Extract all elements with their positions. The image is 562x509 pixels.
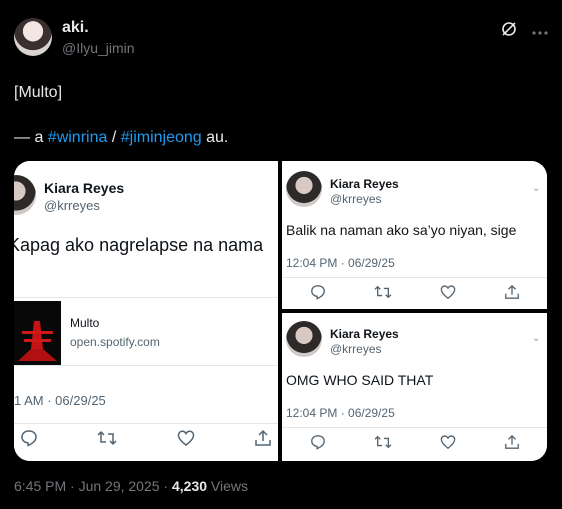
- chevron-down-icon: ⌄: [532, 333, 541, 344]
- tweet-actions: [310, 434, 520, 455]
- avatar: [286, 171, 322, 207]
- album-art: [14, 301, 61, 365]
- avatar: [286, 321, 322, 357]
- divider: [14, 423, 278, 424]
- tweet-text-prefix: — a: [14, 129, 48, 146]
- hashtag-separator: /: [107, 129, 121, 146]
- tweet-text-suffix: au.: [201, 129, 229, 146]
- tweet-author-name: Kiara Reyes: [330, 177, 399, 191]
- display-name[interactable]: aki.: [62, 19, 89, 37]
- retweet-icon: [374, 434, 392, 455]
- tweet-author-handle: @krreyes: [330, 342, 382, 356]
- tweet-author-name: Kiara Reyes: [44, 180, 125, 196]
- hashtag-jiminjeong[interactable]: #jiminjeong: [121, 129, 202, 146]
- media-image-left[interactable]: Kiara Reyes @krreyes Kapag ako nagrelaps…: [14, 161, 278, 461]
- tweet-body: OMG WHO SAID THAT: [286, 372, 434, 388]
- share-icon: [504, 434, 520, 455]
- tweet-line-1: [Multo]: [14, 84, 63, 101]
- divider: [282, 277, 547, 278]
- divider: [14, 297, 278, 298]
- views-label: Views: [207, 478, 249, 494]
- tweet-body: Kapag ako nagrelapse na nama: [14, 235, 264, 255]
- share-icon: [254, 429, 272, 452]
- tweet-meta: 6:45 PM · Jun 29, 2025 · 4,230 Views: [14, 478, 248, 494]
- avatar[interactable]: [14, 18, 52, 56]
- divider: [282, 427, 547, 428]
- chevron-down-icon: ⌄: [532, 183, 541, 194]
- tweet-line-2: — a #winrina / #jiminjeong au.: [14, 129, 228, 147]
- card-title: Multo: [70, 316, 100, 330]
- like-icon: [440, 284, 456, 305]
- avatar: [14, 175, 36, 215]
- reply-icon: [310, 434, 326, 455]
- like-icon: [440, 434, 456, 455]
- top-actions: [500, 20, 548, 43]
- tweet-timestamp: 12:04 PM · 06/29/25: [286, 256, 395, 270]
- tweet-timestamp[interactable]: 6:45 PM · Jun 29, 2025 ·: [14, 478, 172, 494]
- reply-icon: [20, 429, 38, 452]
- like-icon: [177, 429, 195, 452]
- tweet-author-handle: @krreyes: [44, 198, 100, 213]
- tweet-author-name: Kiara Reyes: [330, 327, 399, 341]
- retweet-icon: [374, 284, 392, 305]
- views-count: 4,230: [171, 478, 208, 494]
- card-domain: open.spotify.com: [70, 335, 160, 349]
- tweet-author-handle: @krreyes: [330, 192, 382, 206]
- tweet-actions: [310, 284, 520, 305]
- more-icon[interactable]: [532, 23, 548, 41]
- user-handle[interactable]: @Ilyu_jimin: [62, 40, 135, 56]
- media-image-right-bottom[interactable]: Kiara Reyes @krreyes ⌄ OMG WHO SAID THAT…: [282, 313, 547, 461]
- divider: [14, 365, 278, 366]
- tweet-body: Balik na naman ako sa’yo niyan, sige: [286, 222, 517, 238]
- tweet-timestamp: 12:04 PM · 06/29/25: [286, 406, 395, 420]
- hashtag-winrina[interactable]: #winrina: [48, 129, 108, 146]
- grok-icon[interactable]: [500, 20, 518, 43]
- media-grid[interactable]: Kiara Reyes @krreyes Kapag ako nagrelaps…: [14, 161, 547, 461]
- share-icon: [504, 284, 520, 305]
- tweet-timestamp: 1 AM · 06/29/25: [14, 393, 106, 408]
- reply-icon: [310, 284, 326, 305]
- retweet-icon: [97, 429, 117, 452]
- tweet-actions: [20, 429, 272, 452]
- media-image-right-top[interactable]: Kiara Reyes @krreyes ⌄ Balik na naman ak…: [282, 161, 547, 309]
